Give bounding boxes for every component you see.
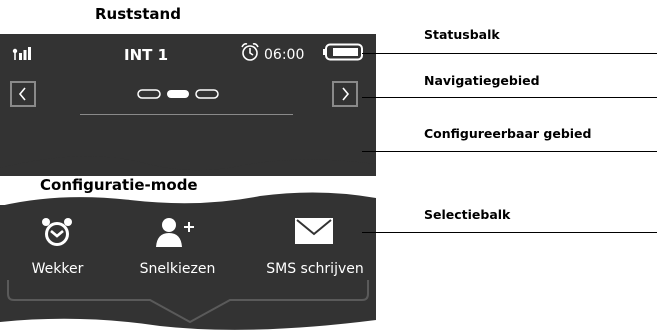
selection-bar-frame	[0, 280, 376, 334]
softkey-label: Snelkiezen	[139, 261, 216, 277]
chevron-left-icon	[18, 87, 26, 101]
speed-dial-icon	[156, 218, 194, 247]
page-dot-1	[137, 89, 161, 99]
page-dot-2	[167, 90, 189, 98]
callout-statusbalk: Statusbalk	[424, 27, 500, 42]
callout-navigatiegebied: Navigatiegebied	[424, 73, 540, 88]
callout-line-configurable	[362, 151, 657, 152]
status-bar: INT 1 06:00	[0, 34, 376, 74]
callout-selectiebalk: Selectiebalk	[424, 207, 511, 222]
alarm-clock-icon	[42, 218, 72, 246]
chevron-right-icon	[342, 87, 350, 101]
callout-configureerbaar-gebied: Configureerbaar gebied	[424, 126, 592, 141]
navigation-divider	[80, 114, 293, 115]
callout-line-selection	[362, 232, 657, 233]
envelope-icon	[295, 218, 333, 244]
softkey-wekker[interactable]: Wekker	[0, 211, 115, 291]
battery-icon	[323, 43, 363, 61]
softkey-label: SMS schrijven	[266, 261, 364, 277]
page-dot-3	[195, 89, 219, 99]
alarm-clock-icon	[241, 43, 259, 61]
callout-line-status	[362, 53, 657, 54]
page-indicator	[137, 89, 219, 99]
nav-right-button[interactable]	[332, 81, 358, 107]
softkey-label: Wekker	[31, 261, 84, 277]
nav-left-button[interactable]	[10, 81, 36, 107]
signal-strength-icon	[12, 47, 31, 60]
idle-mode-title: Ruststand	[95, 5, 181, 23]
callout-line-navigation	[362, 97, 657, 98]
softkey-snelkiezen[interactable]: Snelkiezen	[120, 211, 235, 291]
clock-time: 06:00	[264, 47, 305, 63]
softkey-sms-schrijven[interactable]: SMS schrijven	[255, 211, 375, 291]
internal-number: INT 1	[124, 46, 169, 64]
